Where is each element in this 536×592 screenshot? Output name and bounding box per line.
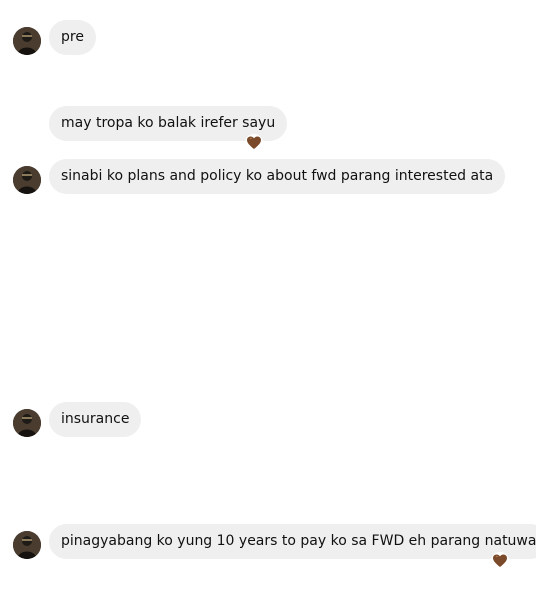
message-bubble[interactable]: insurance bbox=[49, 402, 142, 437]
message-text: may tropa ko balak irefer sayu bbox=[61, 115, 276, 131]
message-text: insurance bbox=[61, 411, 130, 427]
message-bubble[interactable]: pre bbox=[49, 20, 96, 55]
chat-thread: pre may tropa ko balak irefer sayu sinab… bbox=[0, 0, 536, 592]
brown-heart-icon bbox=[493, 554, 507, 567]
message-reaction[interactable] bbox=[245, 134, 263, 152]
avatar[interactable] bbox=[13, 166, 41, 194]
avatar[interactable] bbox=[13, 409, 41, 437]
avatar-image bbox=[13, 531, 41, 559]
message-text: pre bbox=[61, 29, 84, 45]
message-bubble[interactable]: sinabi ko plans and policy ko about fwd … bbox=[49, 159, 506, 194]
avatar-image bbox=[13, 27, 41, 55]
avatar[interactable] bbox=[13, 531, 41, 559]
avatar-image bbox=[13, 166, 41, 194]
brown-heart-icon bbox=[247, 136, 261, 149]
avatar[interactable] bbox=[13, 27, 41, 55]
message-text: sinabi ko plans and policy ko about fwd … bbox=[61, 168, 494, 184]
message-bubble[interactable]: pinagyabang ko yung 10 years to pay ko s… bbox=[49, 524, 536, 559]
message-reaction[interactable] bbox=[491, 552, 509, 570]
message-text: pinagyabang ko yung 10 years to pay ko s… bbox=[61, 533, 536, 549]
avatar-image bbox=[13, 409, 41, 437]
